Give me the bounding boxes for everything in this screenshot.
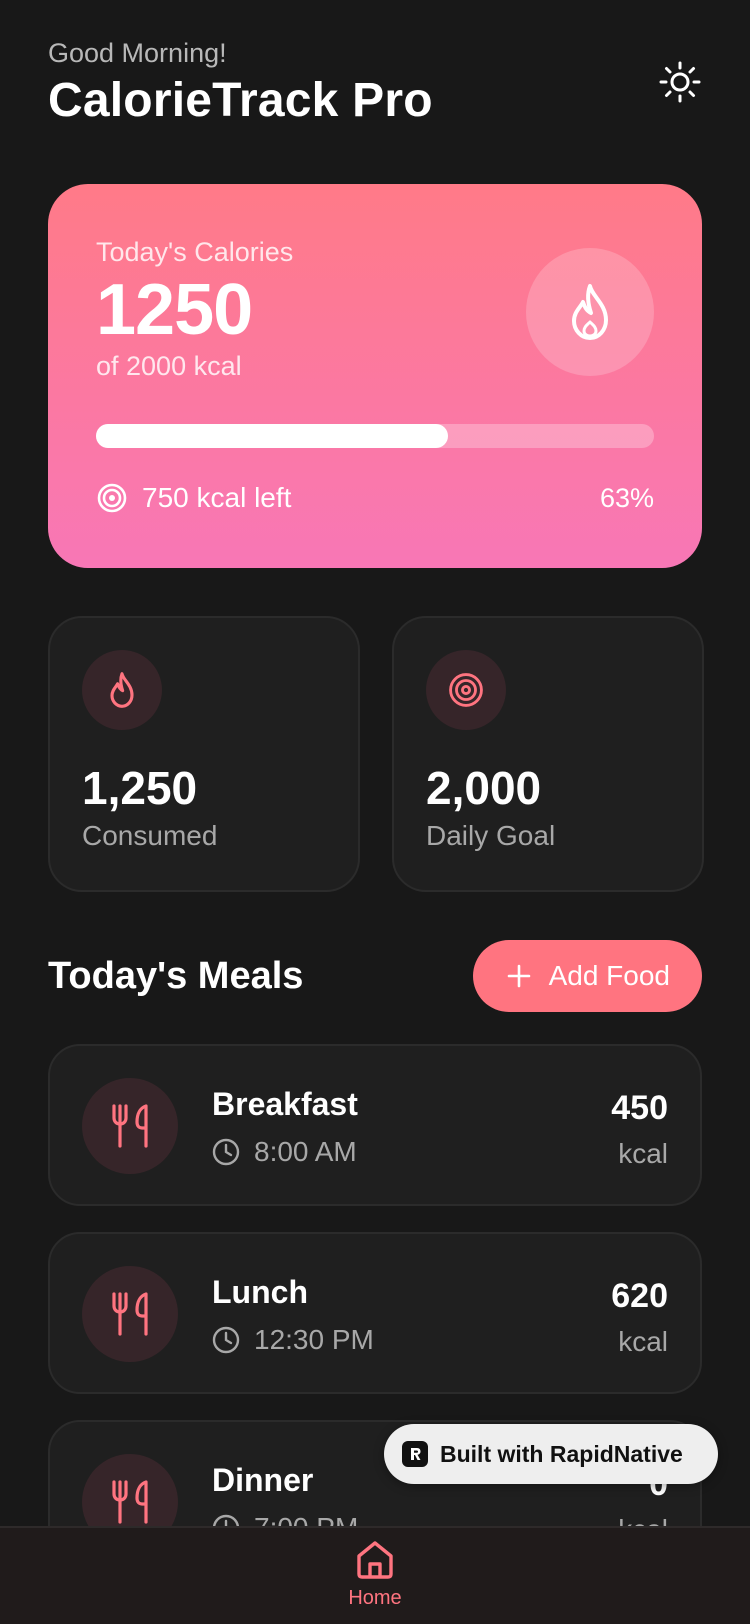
hero-footer: 750 kcal left 63% (96, 480, 654, 516)
header: Good Morning! CalorieTrack Pro (48, 36, 702, 136)
consumed-label: Consumed (82, 820, 218, 851)
badge-label: Built with RapidNative (440, 1440, 683, 1467)
stat-icon-badge (82, 650, 162, 730)
meal-icon-badge (82, 1266, 178, 1362)
meals-section-header: Today's Meals Add Food (48, 940, 702, 1012)
clock-icon (212, 1326, 240, 1354)
meal-icon-badge (82, 1078, 178, 1174)
meals-section-title: Today's Meals (48, 954, 304, 997)
add-food-label: Add Food (548, 960, 670, 991)
theme-toggle-button[interactable] (658, 60, 702, 104)
clock-icon (212, 1138, 240, 1166)
meal-time: 12:30 PM (212, 1322, 374, 1358)
meal-kcal-unit: kcal (618, 1326, 668, 1357)
target-icon (97, 483, 127, 513)
meal-card-breakfast[interactable]: Breakfast 8:00 AM 450 kcal (48, 1044, 702, 1206)
consumed-stat-card: 1,250 Consumed (48, 616, 360, 892)
app-title: CalorieTrack Pro (48, 74, 433, 127)
meal-name: Lunch (212, 1274, 308, 1310)
tab-home-label: Home (348, 1587, 402, 1609)
meal-time-text: 12:30 PM (254, 1324, 374, 1355)
greeting-text: Good Morning! (48, 38, 227, 68)
calorie-progress-bar (96, 424, 654, 448)
meal-kcal-unit: kcal (618, 1138, 668, 1169)
hero-flame-badge (526, 248, 654, 376)
utensils-icon (112, 1480, 148, 1524)
sun-icon (659, 61, 701, 103)
remaining-group: 750 kcal left (96, 482, 291, 514)
daily-goal-label: Daily Goal (426, 820, 556, 851)
utensils-icon (112, 1292, 148, 1336)
flame-icon (572, 284, 608, 340)
home-icon (357, 1541, 393, 1579)
tab-home[interactable]: Home (345, 1538, 405, 1610)
todays-calories-card: Today's Calories 1250 of 2000 kcal 750 k… (48, 184, 702, 568)
progress-percent-text: 63% (599, 482, 654, 513)
meal-time-text: 8:00 AM (254, 1136, 357, 1167)
meal-kcal-value: 450 (611, 1089, 668, 1127)
target-icon (449, 673, 483, 707)
rapidnative-logo-icon (402, 1441, 428, 1467)
flame-icon (110, 672, 134, 708)
meal-name: Breakfast (212, 1086, 358, 1122)
meal-card-lunch[interactable]: Lunch 12:30 PM 620 kcal (48, 1232, 702, 1394)
remaining-calories-text: 750 kcal left (142, 482, 292, 513)
daily-goal-value: 2,000 (426, 762, 542, 814)
meal-kcal-value: 620 (611, 1277, 668, 1315)
built-with-badge[interactable]: Built with RapidNative (384, 1424, 718, 1484)
utensils-icon (112, 1104, 148, 1148)
plus-icon (507, 964, 530, 988)
meal-time: 8:00 AM (212, 1134, 357, 1170)
bottom-tab-bar: Home (0, 1526, 750, 1624)
consumed-value: 1,250 (82, 762, 198, 814)
add-food-button[interactable]: Add Food (472, 940, 702, 1012)
daily-goal-stat-card: 2,000 Daily Goal (392, 616, 704, 892)
stat-icon-badge (426, 650, 506, 730)
calorie-progress-fill (96, 424, 448, 448)
meal-name: Dinner (212, 1462, 314, 1498)
